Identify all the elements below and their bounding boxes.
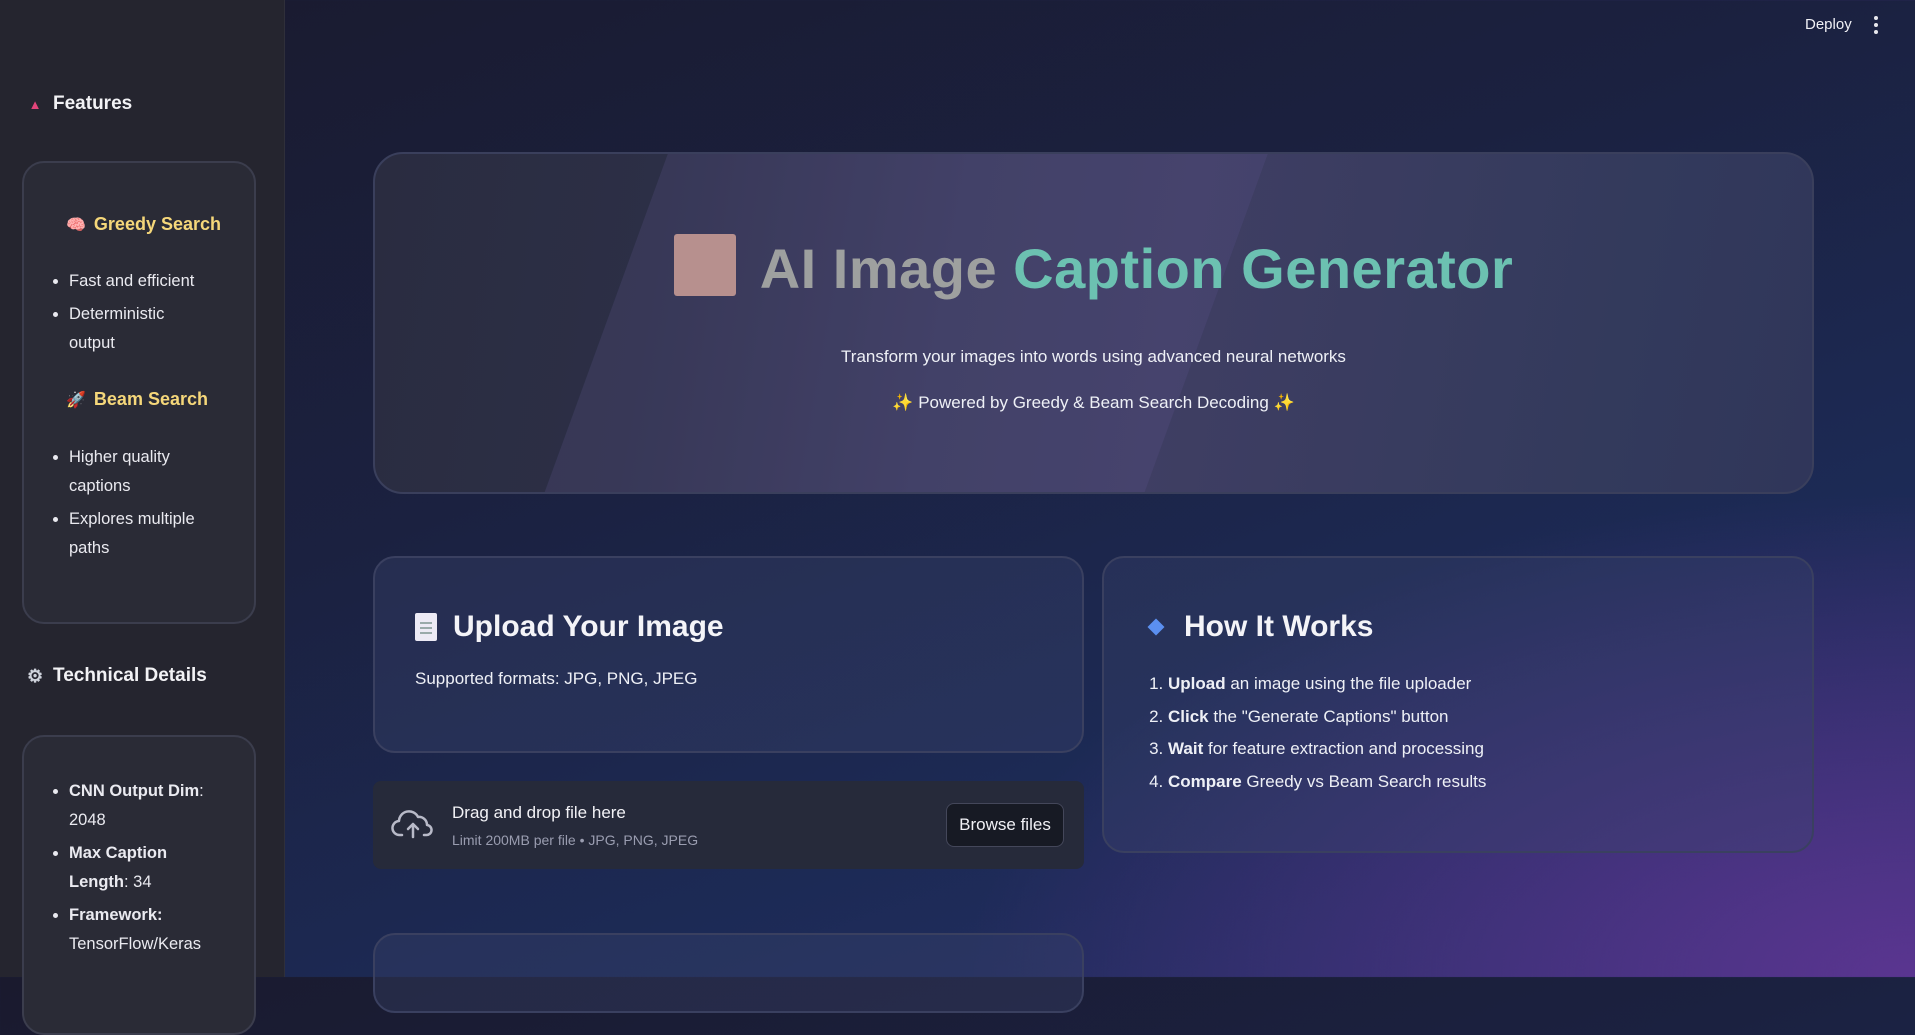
step-item: Upload an image using the file uploader bbox=[1168, 668, 1486, 701]
features-heading-label: Features bbox=[53, 93, 133, 114]
tech-item: Framework: TensorFlow/Keras bbox=[69, 901, 209, 959]
tech-heading-label: Technical Details bbox=[53, 665, 207, 686]
hero-subtitle: Transform your images into words using a… bbox=[841, 347, 1346, 366]
greedy-item-1: Fast and efficient bbox=[69, 267, 199, 296]
beam-list: Higher quality captions Explores multipl… bbox=[24, 443, 199, 567]
step-item: Wait for feature extraction and processi… bbox=[1168, 733, 1486, 766]
hero-decoration bbox=[529, 154, 1275, 492]
file-dropzone[interactable]: Drag and drop file here Limit 200MB per … bbox=[373, 781, 1084, 869]
hero-powered: ✨ Powered by Greedy & Beam Search Decodi… bbox=[375, 393, 1812, 413]
supported-formats: Supported formats: JPG, PNG, JPEG bbox=[415, 669, 698, 688]
upload-card: Upload Your Image Supported formats: JPG… bbox=[373, 556, 1084, 753]
results-card bbox=[373, 933, 1084, 1013]
dropzone-label: Drag and drop file here bbox=[452, 803, 626, 822]
powered-text: Powered by Greedy & Beam Search Decoding bbox=[918, 393, 1269, 412]
sparkle-icon: ✨ bbox=[892, 393, 914, 412]
document-icon bbox=[415, 613, 437, 641]
beam-title: 🚀 Beam Search bbox=[66, 389, 208, 410]
features-card: 🧠 Greedy Search Fast and efficient Deter… bbox=[22, 161, 256, 624]
steps-list: Upload an image using the file uploader … bbox=[1144, 668, 1486, 798]
step-item: Click the "Generate Captions" button bbox=[1168, 701, 1486, 734]
page-title: AI Image Caption Generator bbox=[375, 234, 1812, 301]
greedy-title: 🧠 Greedy Search bbox=[66, 214, 221, 235]
brain-icon: 🧠 bbox=[66, 216, 86, 234]
cloud-upload-icon bbox=[391, 810, 433, 839]
tech-item: Max Caption Length: 34 bbox=[69, 839, 209, 897]
greedy-list: Fast and efficient Deterministic output bbox=[24, 267, 199, 362]
tech-item: CNN Output Dim: 2048 bbox=[69, 777, 209, 835]
sparkle-icon: ✨ bbox=[1273, 393, 1295, 412]
greedy-item-2: Deterministic output bbox=[69, 300, 199, 358]
hero-banner: AI Image Caption Generator Transform you… bbox=[373, 152, 1814, 494]
beam-item-1: Higher quality captions bbox=[69, 443, 199, 501]
dropzone-limit: Limit 200MB per file • JPG, PNG, JPEG bbox=[452, 832, 699, 848]
diamond-icon bbox=[1147, 618, 1165, 636]
kebab-menu-icon[interactable] bbox=[1872, 16, 1880, 34]
beam-title-label: Beam Search bbox=[93, 389, 208, 409]
gear-icon: ⚙ bbox=[27, 665, 44, 686]
image-icon bbox=[673, 234, 736, 296]
how-it-works-card: How It Works Upload an image using the f… bbox=[1102, 556, 1814, 853]
upload-title: Upload Your Image bbox=[415, 610, 724, 644]
greedy-title-label: Greedy Search bbox=[93, 214, 221, 234]
tech-list: CNN Output Dim: 2048 Max Caption Length:… bbox=[24, 777, 209, 963]
features-heading: ▲ Features bbox=[27, 93, 133, 115]
triangle-icon: ▲ bbox=[28, 96, 42, 112]
tech-heading: ⚙ Technical Details bbox=[27, 665, 207, 687]
rocket-icon: 🚀 bbox=[66, 391, 86, 409]
how-title: How It Works bbox=[1144, 610, 1373, 644]
tech-card: CNN Output Dim: 2048 Max Caption Length:… bbox=[22, 735, 256, 1035]
sidebar: ▲ Features 🧠 Greedy Search Fast and effi… bbox=[0, 0, 285, 1035]
beam-item-2: Explores multiple paths bbox=[69, 505, 199, 563]
deploy-button[interactable]: Deploy bbox=[1805, 16, 1852, 33]
step-item: Compare Greedy vs Beam Search results bbox=[1168, 766, 1486, 799]
browse-files-button[interactable]: Browse files bbox=[946, 803, 1064, 847]
